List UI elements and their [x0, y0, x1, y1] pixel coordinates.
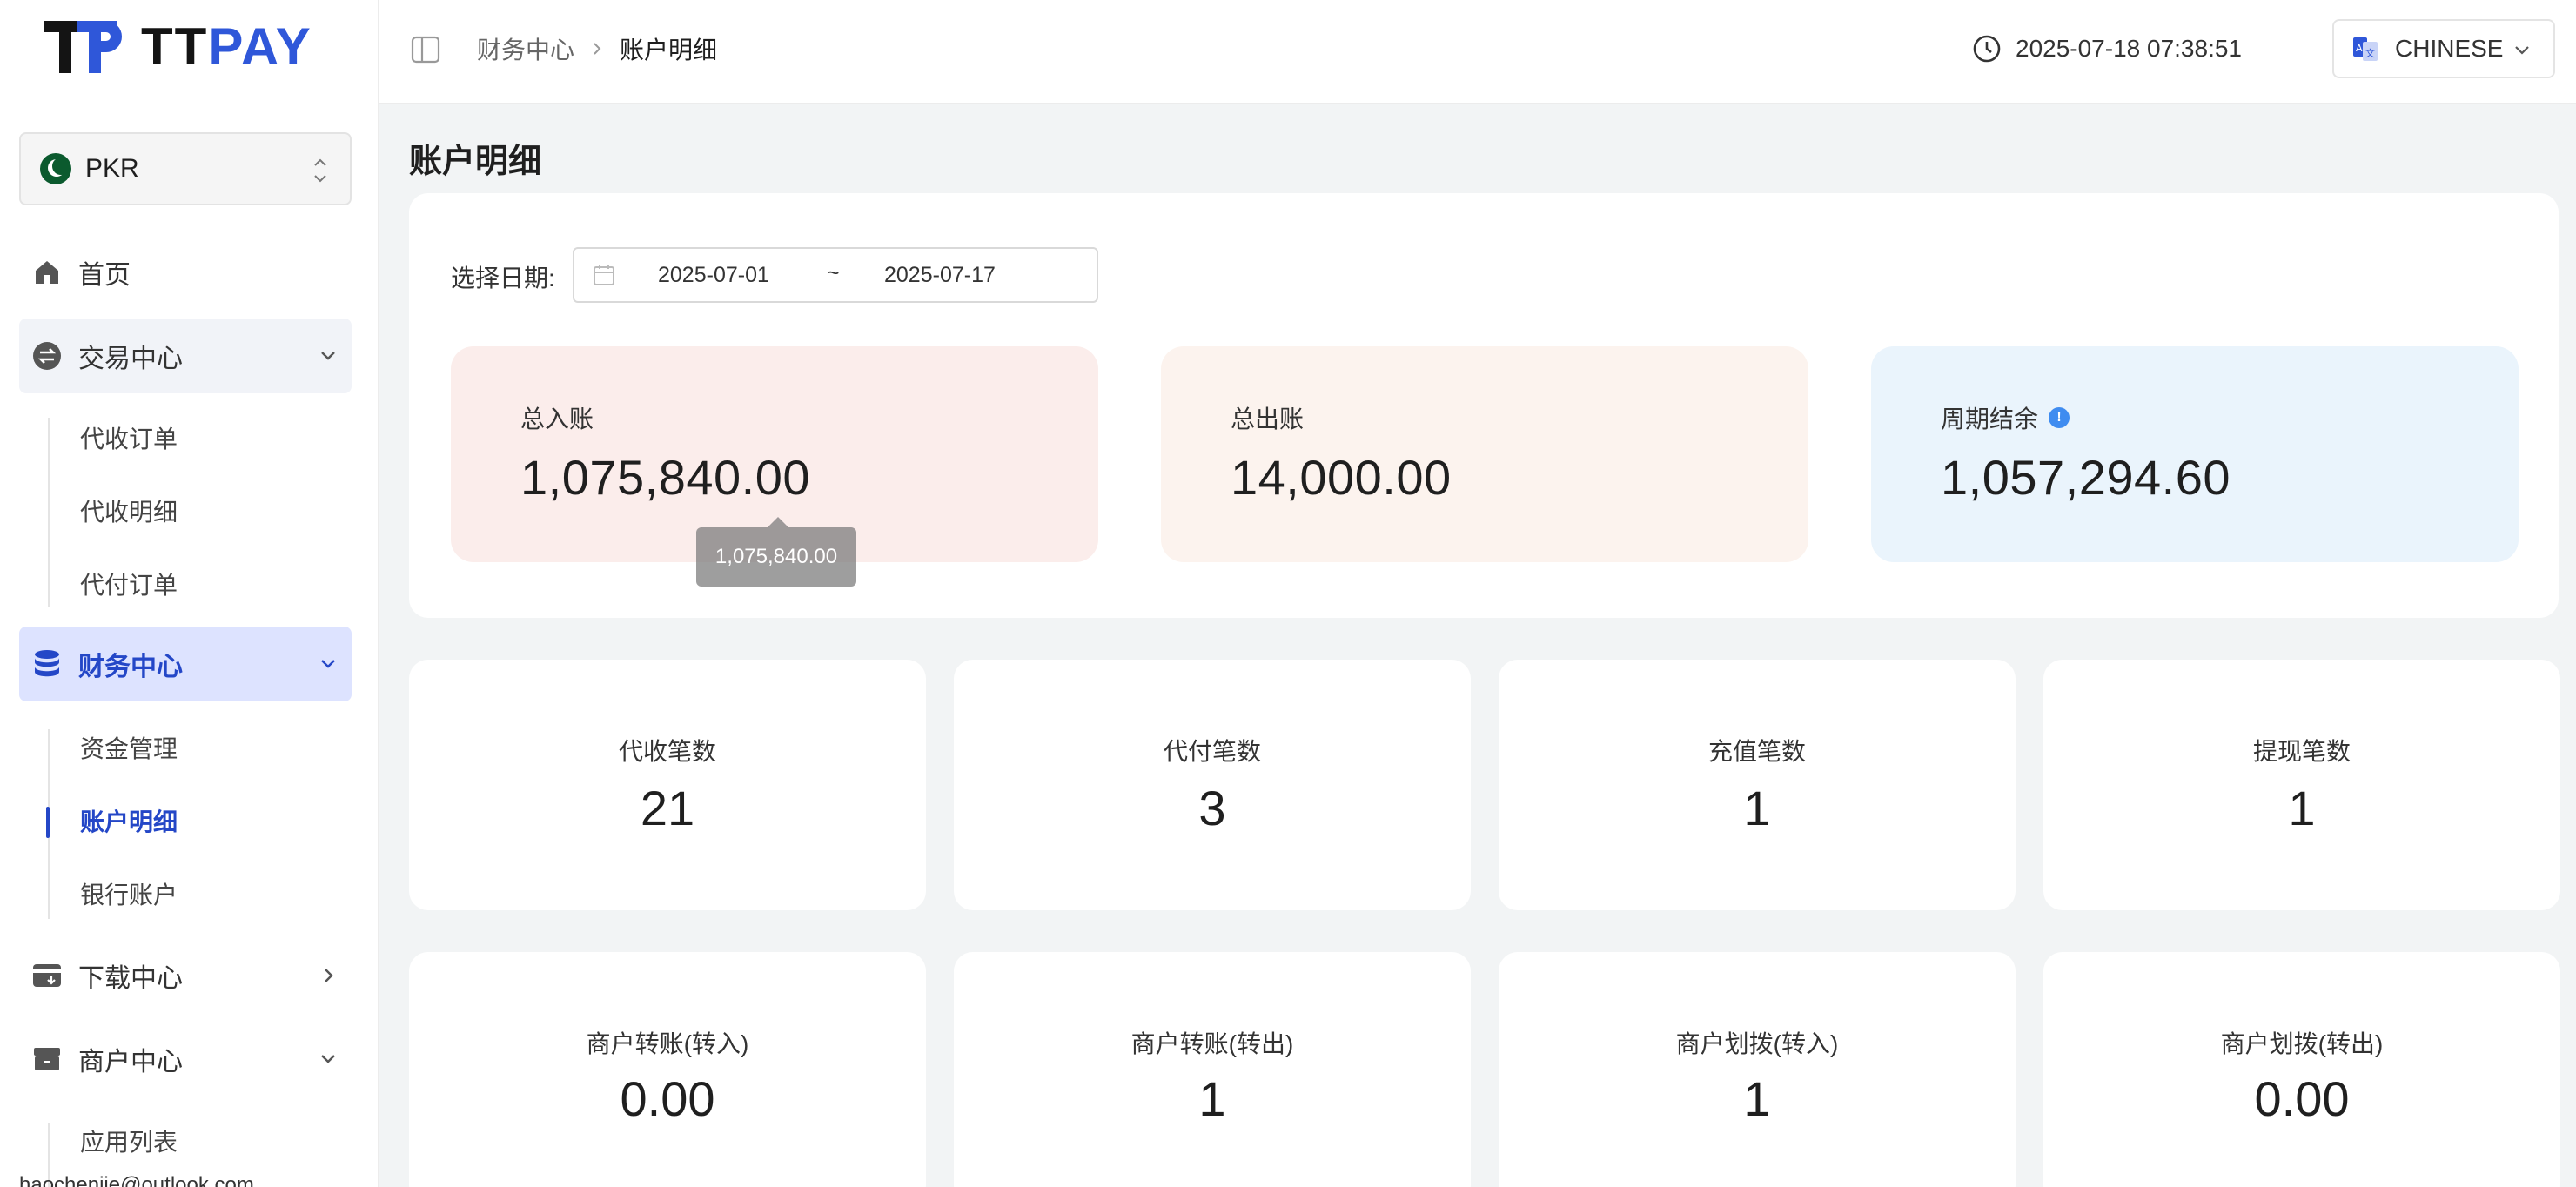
total-expense-label: 总出账: [1231, 406, 1305, 433]
stat-label: 商户划拨(转出): [2220, 1030, 2384, 1057]
stat-label: 商户划拨(转入): [1675, 1030, 1839, 1057]
stat-card: 充值笔数 1: [1499, 660, 2016, 910]
menu-finance-center[interactable]: 财务中心: [19, 627, 352, 701]
info-icon[interactable]: !: [2049, 407, 2070, 428]
stat-value: 1: [1743, 781, 1771, 835]
stat-value: 21: [640, 781, 695, 835]
sidebar: TTPAY PKR 首页 交易中心 代收订单 代收明细 代付订单 财务中心 资金…: [0, 0, 379, 1187]
date-label: 选择日期:: [451, 265, 555, 292]
period-balance-label: 周期结余!: [1941, 400, 2070, 435]
stat-value: 1: [2288, 781, 2316, 835]
stat-label: 充值笔数: [1707, 738, 1806, 765]
stat-card: 代付笔数 3: [954, 660, 1471, 910]
language-label: CHINESE: [2395, 35, 2504, 62]
date-start-input[interactable]: 2025-07-01: [658, 263, 769, 288]
stat-card: 商户划拨(转入) 1: [1499, 952, 2016, 1187]
logo[interactable]: TTPAY: [44, 19, 312, 75]
stat-value: 3: [1198, 781, 1226, 835]
breadcrumb-current: 账户明细: [620, 37, 718, 64]
date-range-picker[interactable]: 2025-07-01 ~ 2025-07-17: [573, 247, 1098, 303]
currency-code: PKR: [85, 154, 139, 183]
stat-label: 代收笔数: [618, 738, 716, 765]
chevron-right-icon: [325, 969, 333, 982]
sidebar-item-app-list[interactable]: 应用列表: [80, 1121, 178, 1164]
currency-selector[interactable]: PKR: [19, 132, 352, 205]
stat-card: 商户划拨(转出) 0.00: [2043, 952, 2560, 1187]
stat-value: 0.00: [620, 1071, 715, 1126]
total-expense-card: 总出账 14,000.00: [1161, 346, 1808, 562]
calendar-icon: [594, 265, 614, 285]
date-end-input[interactable]: 2025-07-17: [884, 263, 996, 288]
svg-text:文: 文: [2365, 47, 2375, 59]
stat-label: 代付笔数: [1163, 738, 1261, 765]
menu-download-center[interactable]: 下载中心: [19, 938, 352, 1013]
menu-trade-center[interactable]: 交易中心: [19, 319, 352, 393]
database-icon: [31, 648, 63, 680]
sidebar-item-bank-accounts[interactable]: 银行账户: [80, 874, 178, 917]
chevron-down-icon: [2515, 46, 2529, 55]
sidebar-toggle-icon[interactable]: [411, 35, 440, 64]
up-down-chevron-icon: [314, 158, 326, 183]
home-icon: [31, 257, 63, 288]
stat-card: 代收笔数 21: [409, 660, 926, 910]
sidebar-item-collection-orders[interactable]: 代收订单: [80, 418, 178, 461]
sidebar-item-fund-management[interactable]: 资金管理: [80, 728, 178, 771]
translate-icon: A文: [2353, 37, 2378, 61]
stat-card: 商户转账(转入) 0.00: [409, 952, 926, 1187]
menu-home[interactable]: 首页: [19, 235, 352, 310]
chevron-down-icon: [321, 660, 335, 668]
stat-card: 提现笔数 1: [2043, 660, 2560, 910]
menu-finance-label: 财务中心: [78, 653, 183, 681]
ttpay-logo-icon: [44, 19, 125, 75]
pakistan-flag-icon: [40, 153, 71, 184]
top-header: 财务中心 账户明细 2025-07-18 07:38:51 A文 CHINESE: [379, 0, 2576, 104]
stat-label: 商户转账(转入): [586, 1030, 749, 1057]
date-separator: ~: [827, 261, 840, 285]
stat-label: 商户转账(转出): [1130, 1030, 1294, 1057]
breadcrumb: 财务中心 账户明细: [477, 0, 717, 97]
total-income-value[interactable]: 1,075,840.00: [520, 449, 810, 506]
user-email: haochenjie@outlook.com: [19, 1173, 254, 1187]
menu-merchant-center[interactable]: 商户中心: [19, 1022, 352, 1096]
menu-download-label: 下载中心: [78, 964, 183, 993]
period-balance-card: 周期结余! 1,057,294.60: [1871, 346, 2519, 562]
breadcrumb-item[interactable]: 财务中心: [477, 31, 574, 66]
period-balance-value[interactable]: 1,057,294.60: [1941, 449, 2231, 506]
sidebar-item-account-details[interactable]: 账户明细: [80, 801, 178, 844]
stat-value: 1: [1198, 1071, 1226, 1126]
datetime-display: 2025-07-18 07:38:51: [1972, 0, 2242, 97]
submenu-guide-line: [48, 418, 50, 607]
exchange-icon: [31, 340, 63, 372]
stat-label: 提现笔数: [2252, 738, 2351, 765]
stat-value: 0.00: [2254, 1071, 2350, 1126]
stat-card: 商户转账(转出) 1: [954, 952, 1471, 1187]
download-card-icon: [31, 960, 63, 991]
clock-icon: [1973, 35, 2001, 63]
total-expense-value[interactable]: 14,000.00: [1231, 449, 1452, 506]
store-icon: [31, 1043, 63, 1075]
chevron-down-icon: [321, 352, 335, 360]
chevron-down-icon: [321, 1055, 335, 1063]
page-title: 账户明细: [409, 144, 542, 180]
menu-trade-label: 交易中心: [78, 345, 183, 373]
sidebar-item-collection-details[interactable]: 代收明细: [80, 491, 178, 534]
stat-value: 1: [1743, 1071, 1771, 1126]
value-tooltip: 1,075,840.00: [696, 517, 856, 587]
current-datetime: 2025-07-18 07:38:51: [2016, 35, 2242, 62]
menu-merchant-label: 商户中心: [78, 1048, 183, 1076]
svg-text:A: A: [2356, 43, 2363, 54]
menu-home-label: 首页: [78, 261, 131, 290]
sidebar-item-payout-orders[interactable]: 代付订单: [80, 564, 178, 607]
total-income-label: 总入账: [520, 406, 594, 433]
logo-text: TTPAY: [141, 17, 312, 76]
chevron-right-icon: [594, 43, 601, 55]
language-selector[interactable]: A文 CHINESE: [2332, 19, 2555, 78]
active-indicator: [46, 807, 50, 838]
